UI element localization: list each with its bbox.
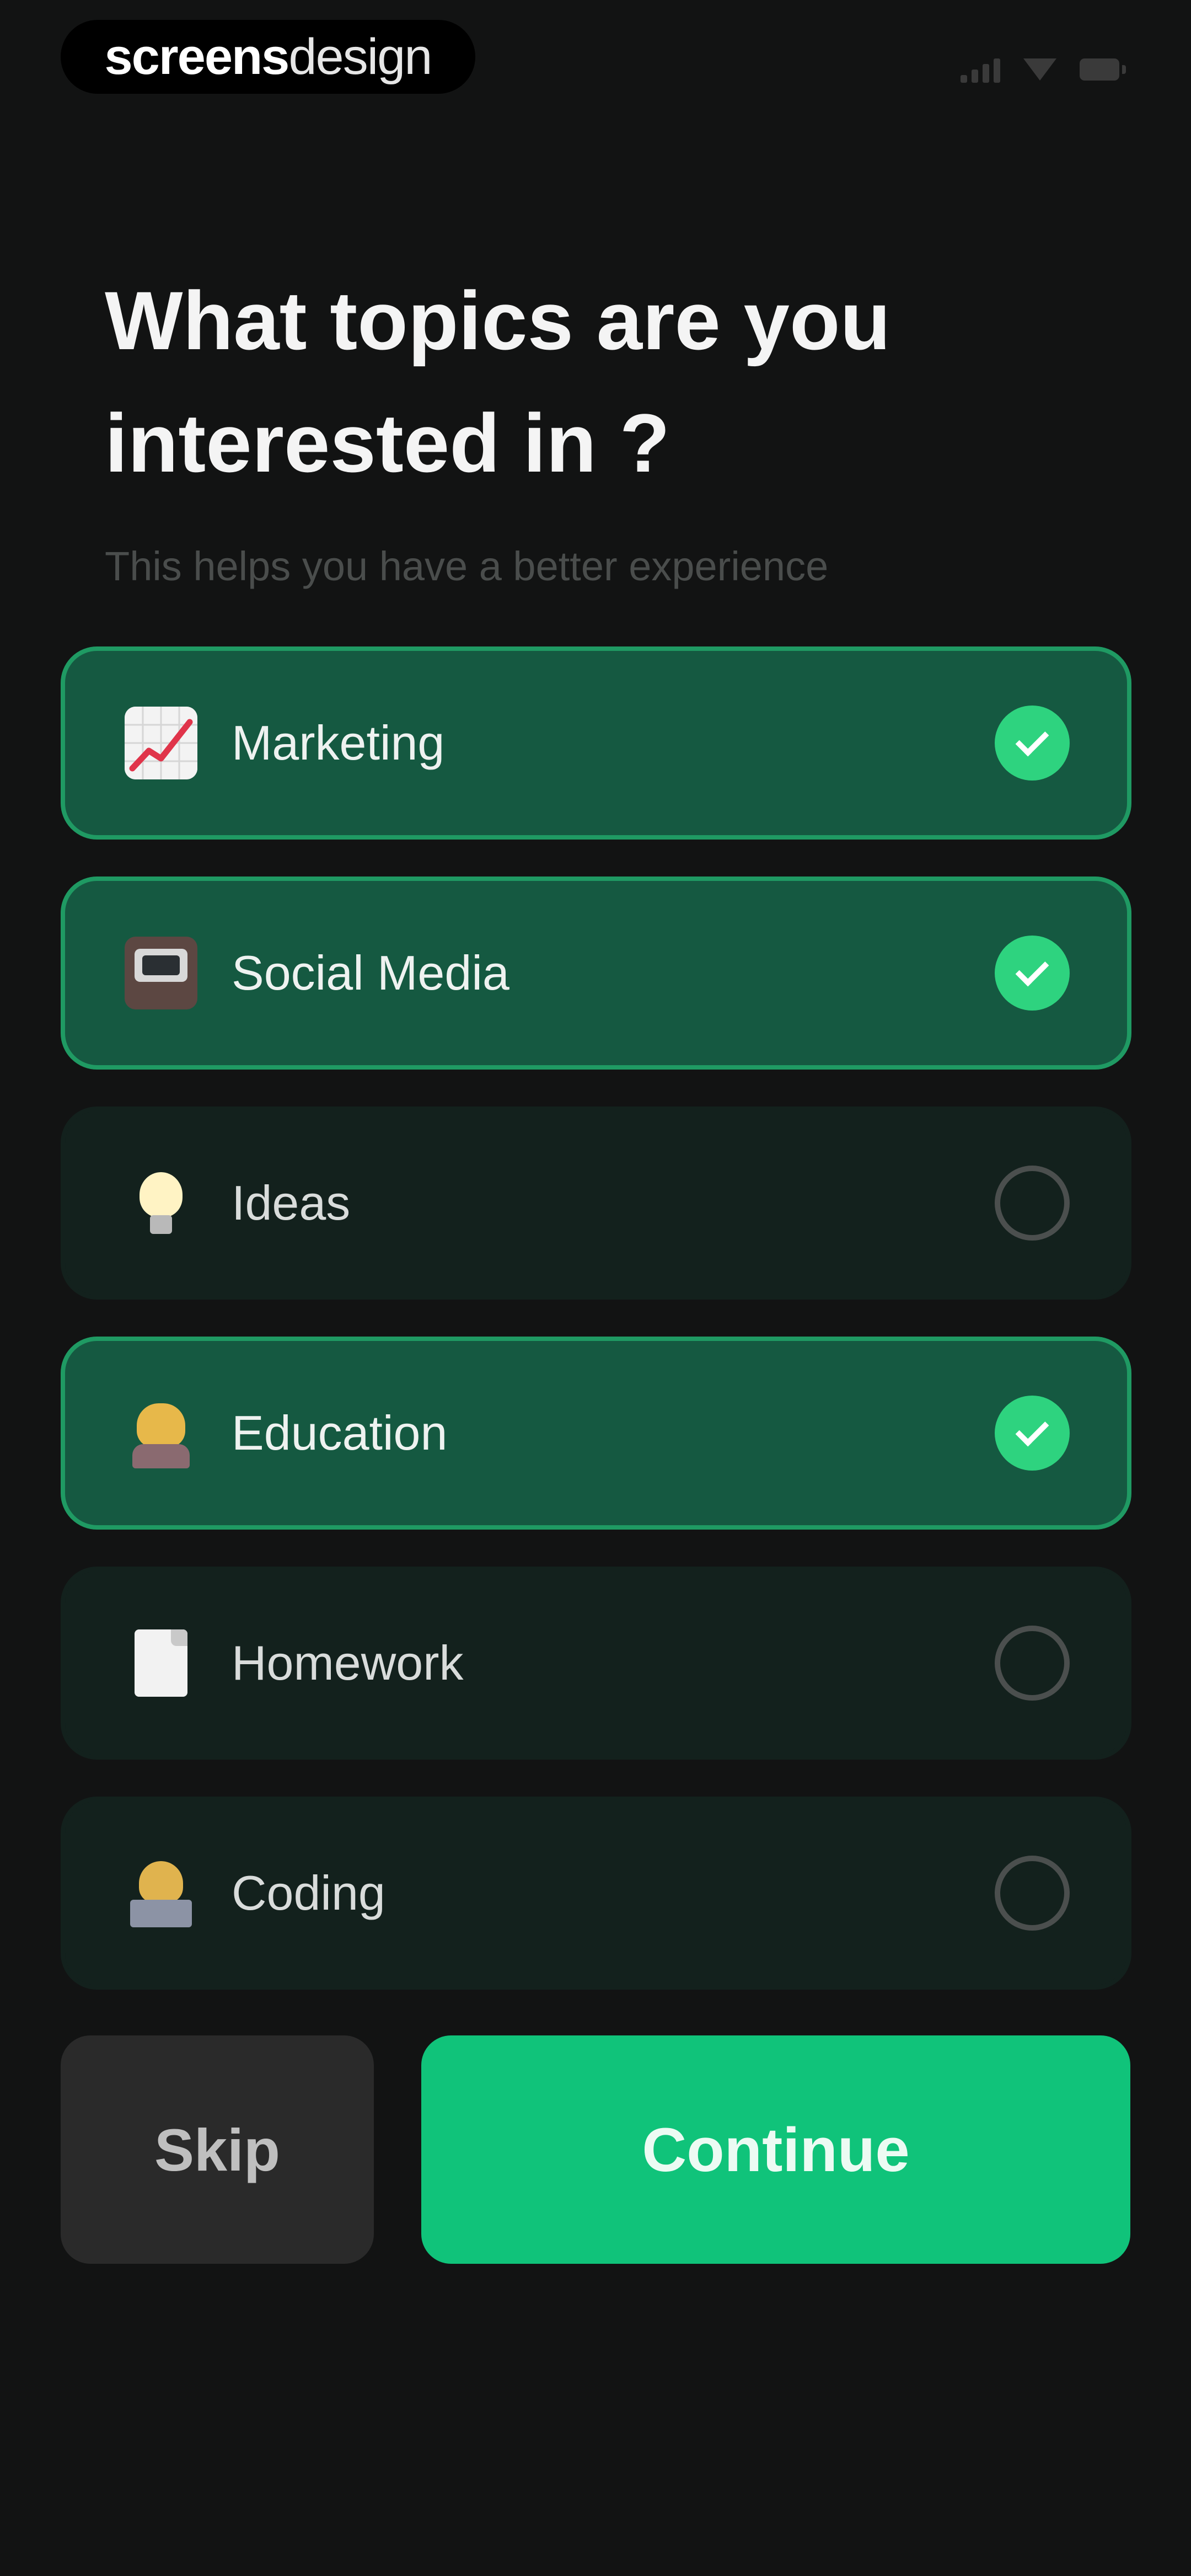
topic-card-marketing[interactable]: Marketing — [61, 646, 1131, 840]
empty-circle-icon[interactable] — [995, 1626, 1070, 1701]
topic-card-homework[interactable]: Homework — [61, 1567, 1131, 1760]
topic-label-ideas: Ideas — [232, 1175, 351, 1230]
topic-card-coding[interactable]: Coding — [61, 1797, 1131, 1990]
topic-label-homework: Homework — [232, 1636, 464, 1690]
skip-button[interactable]: Skip — [61, 2035, 374, 2264]
checkmark-icon[interactable] — [995, 706, 1070, 781]
checkmark-icon[interactable] — [995, 936, 1070, 1011]
topic-card-education[interactable]: Education — [61, 1337, 1131, 1530]
topic-card-ideas[interactable]: Ideas — [61, 1107, 1131, 1300]
topic-label-social-media: Social Media — [232, 945, 509, 1000]
wifi-icon — [1023, 58, 1056, 81]
topic-card-social-media[interactable]: Social Media — [61, 877, 1131, 1070]
status-icons — [961, 50, 1126, 83]
topic-label-coding: Coding — [232, 1866, 385, 1920]
empty-circle-icon[interactable] — [995, 1856, 1070, 1931]
topic-selection-screen: screens design What topics are you intere… — [0, 0, 1191, 2576]
document-icon — [125, 1627, 197, 1699]
brand-logo-light: design — [288, 28, 432, 85]
chart-increasing-icon — [125, 707, 197, 779]
light-bulb-icon — [125, 1167, 197, 1239]
continue-button[interactable]: Continue — [421, 2035, 1130, 2264]
technologist-icon — [125, 1857, 197, 1930]
topic-list: Marketing Social Media Ideas Education H… — [61, 646, 1131, 2027]
page-subtitle: This helps you have a better experience — [105, 543, 829, 589]
status-bar: screens design — [0, 0, 1191, 127]
teacher-icon — [125, 1397, 197, 1469]
empty-circle-icon[interactable] — [995, 1166, 1070, 1241]
laptop-icon — [125, 937, 197, 1009]
checkmark-icon[interactable] — [995, 1396, 1070, 1471]
cellular-signal-icon — [961, 56, 1000, 83]
topic-label-marketing: Marketing — [232, 715, 445, 770]
topic-label-education: Education — [232, 1405, 448, 1460]
brand-logo: screens design — [61, 20, 475, 94]
brand-logo-bold: screens — [104, 28, 290, 85]
battery-icon — [1080, 58, 1126, 81]
page-title: What topics are you interested in ? — [105, 274, 891, 489]
